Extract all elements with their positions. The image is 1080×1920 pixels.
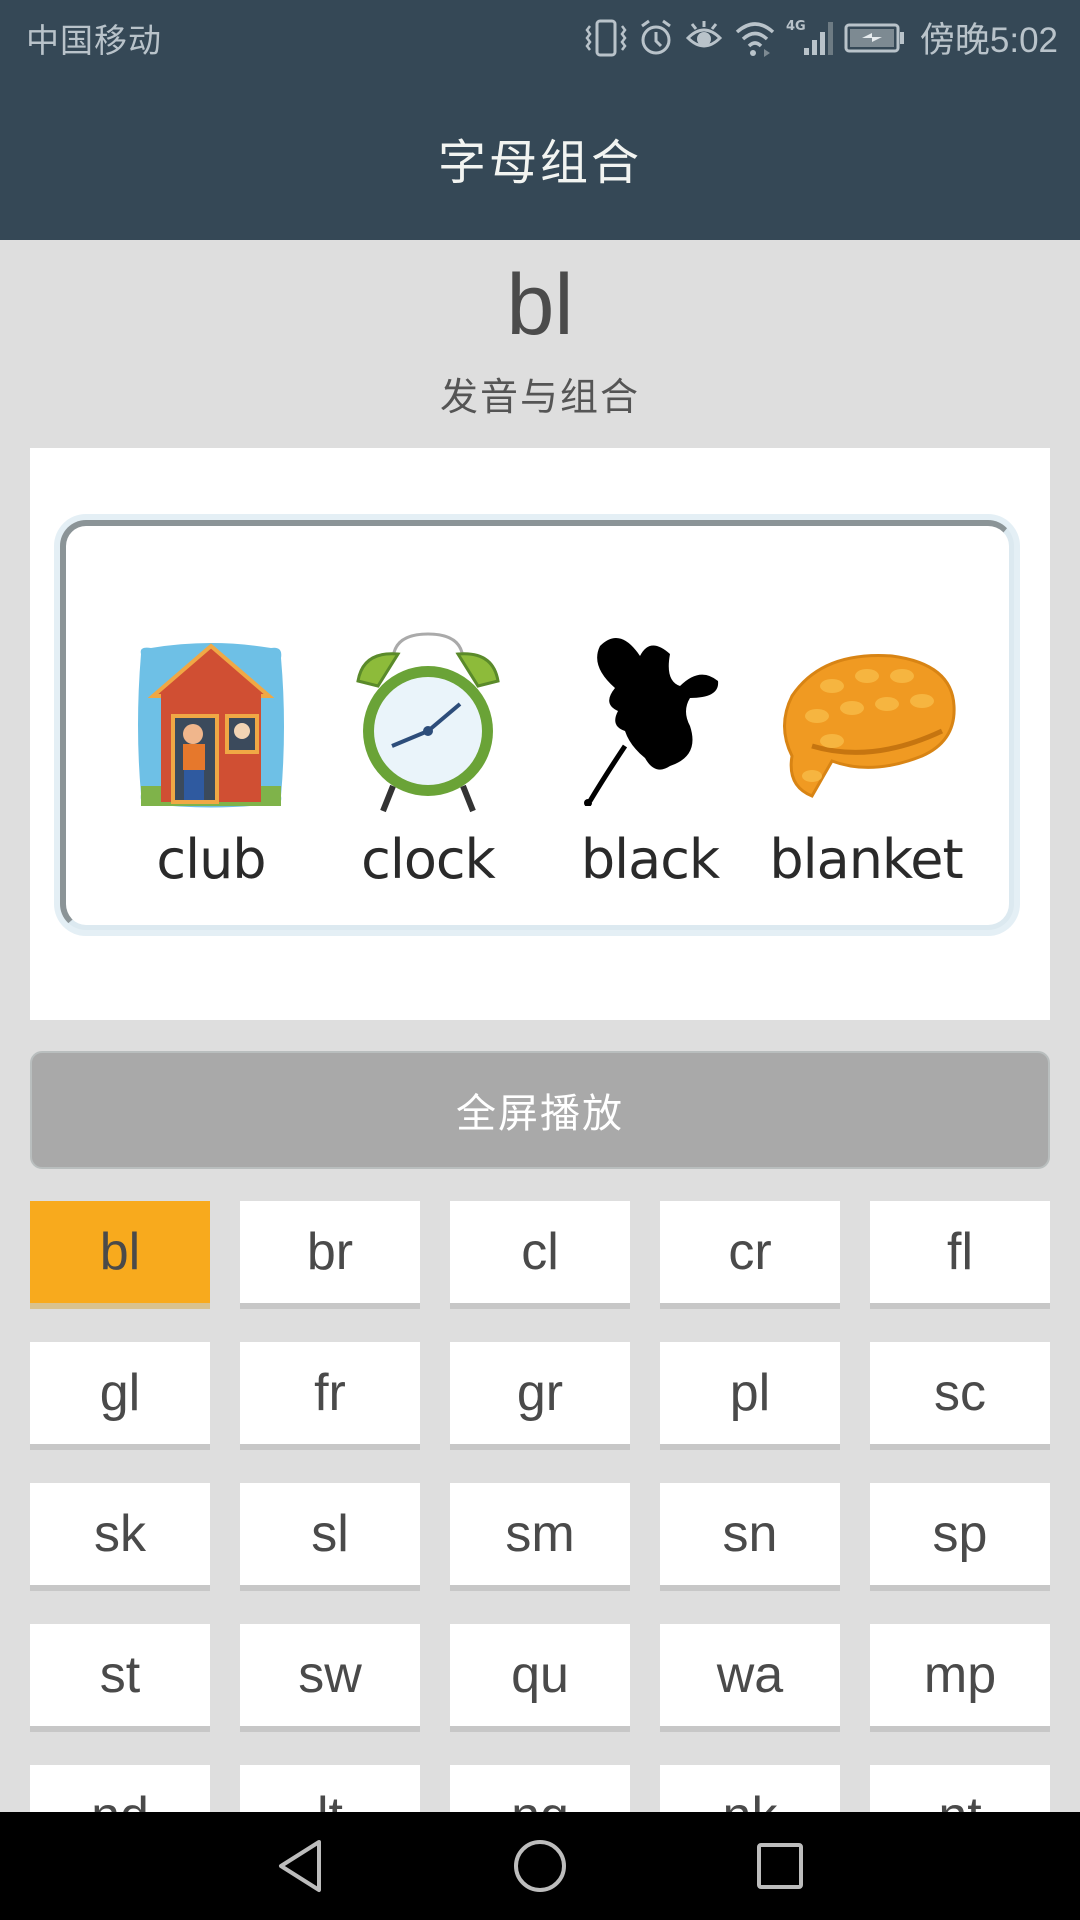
word-label: club [156, 828, 266, 891]
combination-cell-sn[interactable]: sn [660, 1483, 840, 1591]
status-bar: 中国移动 4G 傍晚5:02 [0, 0, 1080, 75]
word-item-black: black [550, 526, 750, 925]
status-icons: 4G 傍晚5:02 [584, 12, 1058, 63]
blanket-icon [783, 654, 956, 798]
home-icon [514, 1840, 566, 1892]
clubhouse-icon [138, 643, 284, 808]
navigation-bar [0, 1812, 1080, 1920]
battery-charging-icon [844, 18, 906, 58]
combination-cell-wa[interactable]: wa [660, 1624, 840, 1732]
vibrate-icon [584, 18, 628, 58]
alarm-icon [638, 18, 674, 58]
word-label: black [580, 828, 720, 891]
recents-icon [757, 1843, 803, 1889]
back-button[interactable] [230, 1812, 370, 1920]
alarm-clock-icon [356, 632, 500, 813]
eye-comfort-icon [684, 18, 724, 58]
combination-cell-sc[interactable]: sc [870, 1342, 1050, 1450]
illustration-card: club clock black blanket [30, 448, 1050, 1020]
fullscreen-play-button[interactable]: 全屏播放 [30, 1051, 1050, 1169]
recents-button[interactable] [710, 1812, 850, 1920]
combination-subtitle: 发音与组合 [439, 377, 640, 419]
app-bar: 字母组合 [0, 75, 1080, 240]
combination-cell-fl[interactable]: fl [870, 1201, 1050, 1309]
word-item-club: club [111, 526, 311, 925]
combination-cell-sl[interactable]: sl [240, 1483, 420, 1591]
combination-cell-sp[interactable]: sp [870, 1483, 1050, 1591]
combination-title: bl [506, 257, 574, 353]
cellular-signal-icon: 4G [786, 18, 834, 58]
combination-cell-sk[interactable]: sk [30, 1483, 210, 1591]
word-item-blanket: blanket [766, 526, 966, 925]
combination-cell-br[interactable]: br [240, 1201, 420, 1309]
status-time: 傍晚5:02 [919, 21, 1058, 60]
combination-cell-gl[interactable]: gl [30, 1342, 210, 1450]
combination-cell-sw[interactable]: sw [240, 1624, 420, 1732]
wifi-icon [734, 18, 776, 58]
combination-cell-cr[interactable]: cr [660, 1201, 840, 1309]
ink-blot-icon [584, 638, 719, 806]
illustration-frame: club clock black blanket [60, 520, 1014, 930]
combination-cell-fr[interactable]: fr [240, 1342, 420, 1450]
combination-cell-qu[interactable]: qu [450, 1624, 630, 1732]
combination-cell-cl[interactable]: cl [450, 1201, 630, 1309]
combination-cell-mp[interactable]: mp [870, 1624, 1050, 1732]
word-label: clock [361, 828, 496, 891]
word-label: blanket [769, 828, 963, 891]
combination-cell-bl[interactable]: bl [30, 1201, 210, 1309]
combination-cell-sm[interactable]: sm [450, 1483, 630, 1591]
back-icon [279, 1840, 321, 1892]
carrier-name: 中国移动 [26, 21, 162, 59]
combination-cell-pl[interactable]: pl [660, 1342, 840, 1450]
combination-cell-gr[interactable]: gr [450, 1342, 630, 1450]
network-type: 4G [786, 19, 806, 34]
word-item-clock: clock [328, 526, 528, 925]
combination-cell-st[interactable]: st [30, 1624, 210, 1732]
home-button[interactable] [470, 1812, 610, 1920]
app-title: 字母组合 [437, 136, 642, 190]
